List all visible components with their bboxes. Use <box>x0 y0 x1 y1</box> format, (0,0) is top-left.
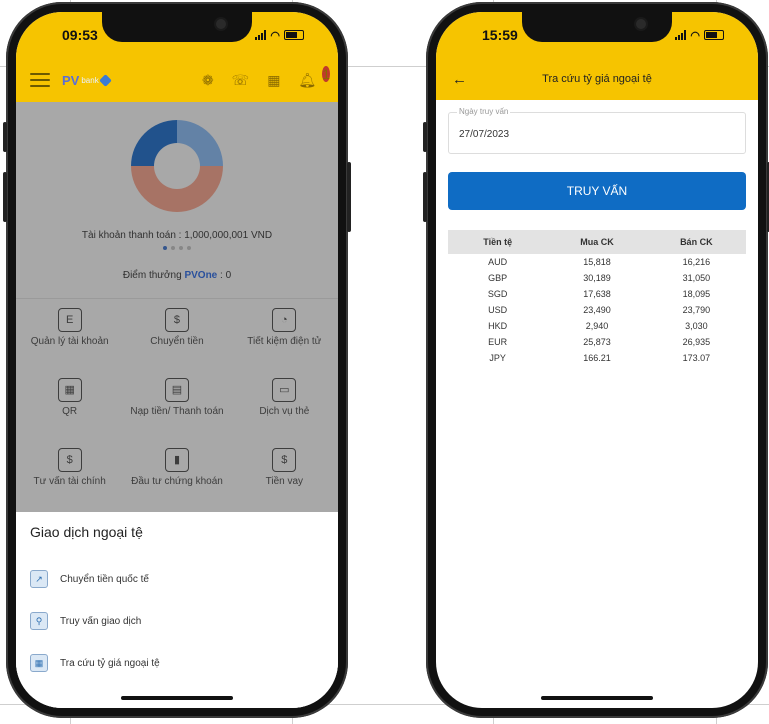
column-header-currency: Tiền tệ <box>483 237 513 247</box>
app-bar: PV bank ❁ ☏ ▦ 🔔︎ 1 <box>16 58 338 102</box>
table-row: JPY 166.21 173.07 <box>489 353 711 363</box>
table-row: USD 23,490 23,790 <box>488 305 711 315</box>
side-button <box>423 172 427 222</box>
camera-icon <box>636 19 646 29</box>
side-button <box>3 122 7 152</box>
wifi-icon: ◠ <box>690 29 700 42</box>
sheet-title: Giao dịch ngoại tệ <box>30 524 143 540</box>
screen-left: 09:53 ◠ PV bank ❁ ☏ ▦ 🔔︎ 1 Tài khoản tha… <box>16 12 338 708</box>
foreign-exchange-sheet: Giao dịch ngoại tệ ↗ Chuyển tiền quốc tế … <box>16 512 338 708</box>
phone-frame-right: 15:59 ◠ ← Tra cứu tỷ giá ngoại tệ Ngày t… <box>423 2 769 718</box>
phone-frame-left: 09:53 ◠ PV bank ❁ ☏ ▦ 🔔︎ 1 Tài khoản tha… <box>3 2 351 718</box>
query-date-field[interactable]: Ngày truy vấn 27/07/2023 <box>448 107 746 154</box>
search-transaction-icon: ⚲ <box>30 612 48 630</box>
notification-badge: 1 <box>322 65 330 82</box>
table-row: EUR 25,873 26,935 <box>488 337 711 347</box>
notch <box>522 12 672 42</box>
screen-right: 15:59 ◠ ← Tra cứu tỷ giá ngoại tệ Ngày t… <box>436 12 758 708</box>
pvcombank-logo: PV bank <box>62 73 112 88</box>
transfer-chart-icon: ↗ <box>30 570 48 588</box>
notification-bell-icon[interactable]: 🔔︎ 1 <box>298 65 330 89</box>
query-date-label: Ngày truy vấn <box>457 107 511 116</box>
table-row: GBP 30,189 31,050 <box>488 273 711 283</box>
sheet-item-exchange-rate-lookup[interactable]: ▦ Tra cứu tỷ giá ngoại tệ <box>30 642 324 684</box>
exchange-rate-table: Tiền tệ Mua CK Bán CK AUD 15,818 16,216 GB… <box>448 230 746 366</box>
table-row: HKD 2,940 3,030 <box>488 321 708 331</box>
status-icons: ◠ <box>675 29 724 42</box>
battery-icon <box>284 30 304 40</box>
calculator-icon[interactable]: ▦ <box>267 72 280 89</box>
sheet-item-transaction-inquiry[interactable]: ⚲ Truy vấn giao dịch <box>30 600 324 642</box>
home-indicator <box>541 696 653 700</box>
sheet-item-international-transfer[interactable]: ↗ Chuyển tiền quốc tế <box>30 558 324 600</box>
page-header: ← Tra cứu tỷ giá ngoại tệ <box>436 58 758 100</box>
page-title: Tra cứu tỷ giá ngoại tệ <box>542 73 652 85</box>
side-button <box>423 122 427 152</box>
table-row: SGD 17,638 18,095 <box>487 289 711 299</box>
query-date-value: 27/07/2023 <box>459 129 510 140</box>
status-time: 15:59 <box>482 27 518 43</box>
query-button[interactable]: TRUY VẤN <box>448 172 746 210</box>
side-button <box>347 162 351 232</box>
home-indicator <box>121 696 233 700</box>
camera-icon <box>216 19 226 29</box>
notch <box>102 12 252 42</box>
menu-icon[interactable] <box>30 73 50 87</box>
coins-icon[interactable]: ❁ <box>202 72 214 89</box>
signal-icon <box>675 30 687 40</box>
column-header-sell: Bán CK <box>680 237 713 247</box>
status-icons: ◠ <box>255 29 304 42</box>
status-time: 09:53 <box>62 27 98 43</box>
rate-table-icon: ▦ <box>30 654 48 672</box>
back-arrow-icon[interactable]: ← <box>452 71 472 88</box>
wifi-icon: ◠ <box>270 29 280 42</box>
phone-support-icon[interactable]: ☏ <box>232 72 250 89</box>
battery-icon <box>704 30 724 40</box>
table-header: Tiền tệ Mua CK Bán CK <box>448 230 746 254</box>
appbar-actions: ❁ ☏ ▦ 🔔︎ 1 <box>202 65 330 89</box>
column-header-buy: Mua CK <box>580 237 614 247</box>
dim-overlay[interactable] <box>16 102 338 512</box>
side-button <box>3 172 7 222</box>
signal-icon <box>255 30 267 40</box>
table-row: AUD 15,818 16,216 <box>488 257 711 267</box>
